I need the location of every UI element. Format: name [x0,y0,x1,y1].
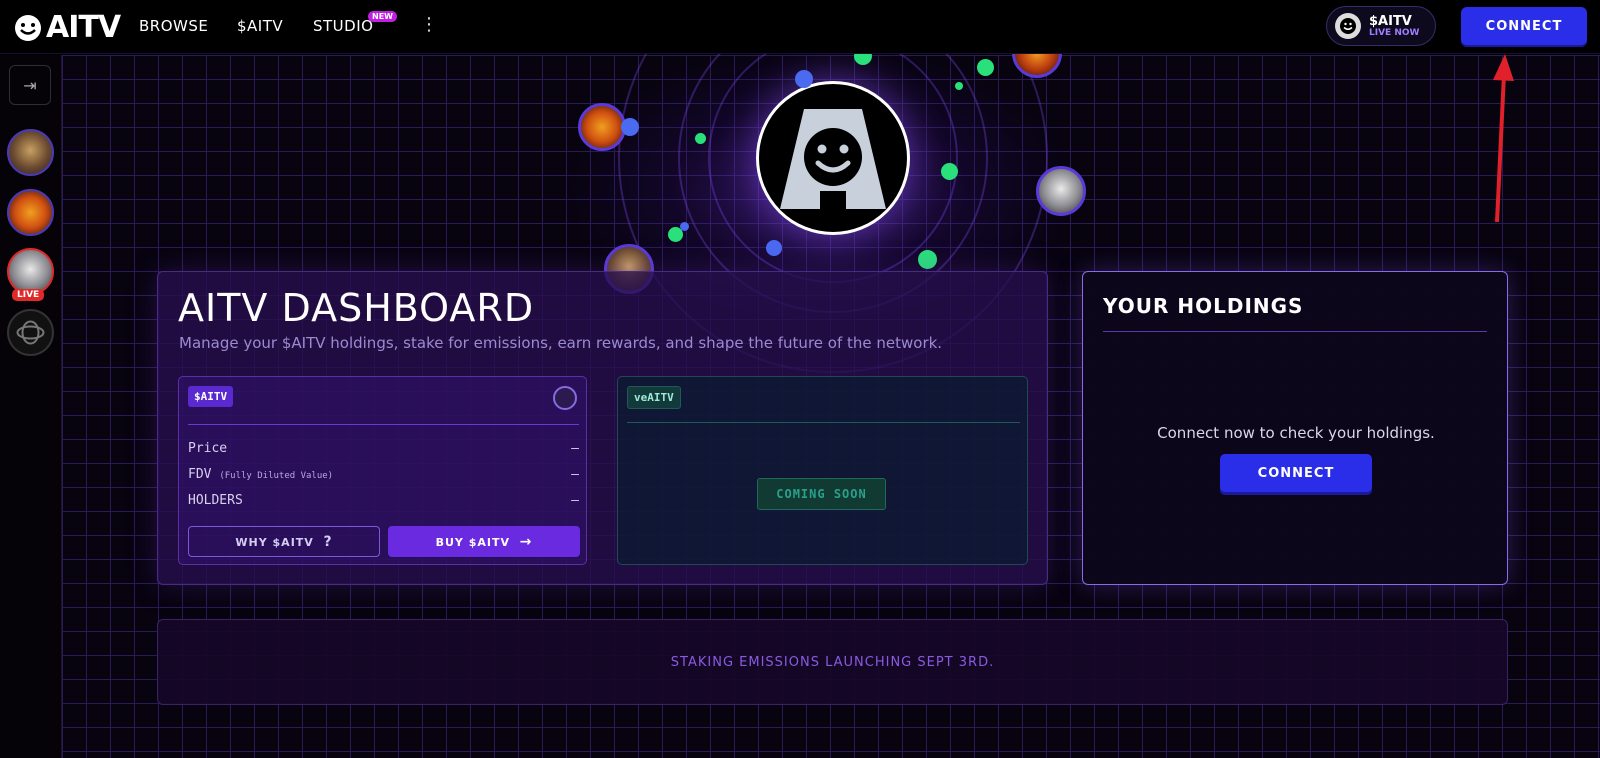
orbit-dot [621,118,639,136]
logo-text: AITV [46,10,121,45]
smiley-avatar-icon [1340,18,1356,34]
price-row: Price — [188,441,579,456]
orbit-logo-icon [16,320,45,345]
price-label: Price [188,441,228,456]
staking-banner: STAKING EMISSIONS LAUNCHING SEPT 3RD. [157,619,1508,705]
hero-aitv-logo [756,81,910,235]
divider [1103,331,1487,332]
holders-label: HOLDERS [188,493,243,508]
holdings-title: YOUR HOLDINGS [1103,294,1304,318]
new-badge: NEW [368,11,397,22]
sidebar-avatar-4[interactable] [7,309,54,356]
why-aitv-button[interactable]: WHY $AITV ? [188,526,380,557]
orbit-dot [977,59,994,76]
why-aitv-label: WHY $AITV [235,535,314,549]
fdv-label: FDV [188,467,212,482]
staking-banner-text: STAKING EMISSIONS LAUNCHING SEPT 3RD. [670,654,995,670]
top-navigation-bar: AITV BROWSE $AITV STUDIO NEW ⋮ $AITV LIV… [0,0,1600,54]
orbit-dot [680,222,689,231]
aitv-live-pill[interactable]: $AITV LIVE NOW [1326,6,1436,46]
buy-aitv-button[interactable]: BUY $AITV → [388,526,580,557]
orbit-avatar-flame[interactable] [578,103,626,151]
dashboard-card: AITV DASHBOARD Manage your $AITV holding… [157,271,1048,585]
smiley-logo-icon [15,14,41,41]
buy-aitv-label: BUY $AITV [435,535,510,549]
live-pill-status: LIVE NOW [1369,27,1420,38]
fdv-note: (Fully Diluted Value) [219,471,334,481]
sidebar-avatar-3[interactable] [7,248,54,295]
holdings-card: YOUR HOLDINGS Connect now to check your … [1082,271,1508,585]
live-badge: LIVE [12,289,45,301]
nav-browse-link[interactable]: BROWSE [139,17,208,35]
token-badge: $AITV [188,386,234,407]
sidebar-avatar-2[interactable] [7,189,54,236]
orbit-dot [695,133,706,144]
sidebar: ⇥ LIVE [0,55,62,758]
expand-sidebar-icon[interactable]: ⇥ [9,65,51,105]
aitv-avatar [1335,13,1361,39]
annotation-arrow-icon [1493,54,1514,222]
orbit-dot [918,250,937,269]
nav-aitv-link[interactable]: $AITV [237,17,283,35]
orbit-avatar-skull[interactable] [1036,166,1086,216]
orbit-dot [766,240,782,256]
coming-soon-label: COMING SOON [757,478,886,510]
page-subtitle: Manage your $AITV holdings, stake for em… [179,334,943,352]
orbit-dot [941,163,958,180]
price-value: — [571,441,579,456]
nav-studio-link[interactable]: STUDIO [313,17,373,35]
divider [627,422,1020,423]
connect-button-holdings[interactable]: CONNECT [1220,454,1372,492]
aitv-logo[interactable]: AITV [12,10,121,45]
question-icon: ? [323,533,333,550]
arrow-right-icon: → [519,533,533,550]
veaitv-panel: veAITV COMING SOON [617,376,1028,565]
page-title: AITV DASHBOARD [178,286,535,330]
fdv-row: FDV (Fully Diluted Value) — [188,467,579,482]
orbit-dot [955,82,963,90]
aitv-token-panel: $AITV Price — FDV (Fully Diluted Value) … [178,376,587,565]
divider [188,424,579,425]
holdings-message: Connect now to check your holdings. [1157,424,1435,442]
more-menu-icon[interactable]: ⋮ [420,14,438,35]
token-logo-icon [553,386,577,410]
connect-button-header[interactable]: CONNECT [1461,7,1587,45]
fdv-value: — [571,467,579,482]
aitv-a-logo-icon [780,109,886,209]
live-pill-title: $AITV [1369,13,1412,29]
holders-value: — [571,493,579,508]
veaitv-badge: veAITV [627,386,681,409]
sidebar-avatar-1[interactable] [7,129,54,176]
holders-row: HOLDERS — [188,493,579,508]
orbit-dot [795,70,813,88]
